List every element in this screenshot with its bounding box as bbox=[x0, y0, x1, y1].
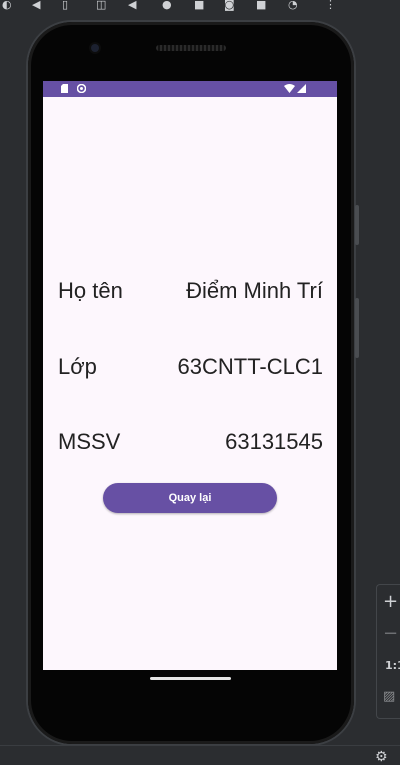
screenshot-icon[interactable]: ◙ bbox=[224, 0, 235, 10]
name-label: Họ tên bbox=[58, 278, 123, 303]
zoom-in-button[interactable]: + bbox=[383, 591, 398, 612]
student-id-label: MSSV bbox=[58, 429, 121, 454]
speaker-grille bbox=[156, 45, 226, 51]
name-value: Điểm Minh Trí bbox=[186, 278, 323, 303]
back-button[interactable]: Quay lại bbox=[103, 483, 277, 513]
sd-card-icon bbox=[61, 84, 68, 93]
gesture-home-bar[interactable] bbox=[150, 677, 231, 680]
status-bar bbox=[43, 81, 337, 97]
record-icon[interactable]: ■ bbox=[256, 0, 266, 10]
zoom-panel: + − 1:1 ▨ bbox=[376, 584, 400, 719]
device-volume-button[interactable] bbox=[355, 298, 359, 358]
signal-icon bbox=[297, 84, 306, 93]
gear-icon[interactable]: ⚙ bbox=[375, 749, 388, 765]
replay-icon[interactable]: ◔ bbox=[288, 0, 298, 10]
camera-icon bbox=[91, 44, 99, 52]
rotate-right-icon[interactable]: ◫ bbox=[96, 0, 106, 10]
overview-icon[interactable]: ■ bbox=[194, 0, 204, 10]
info-row-student-id: MSSV 63131545 bbox=[58, 427, 323, 457]
notification-icon bbox=[77, 84, 86, 93]
emulator-toolbar: ◐ ◀ ▯ ◫ ◀ ● ■ ◙ ■ ◔ ⋮ bbox=[0, 0, 400, 16]
device-power-button[interactable] bbox=[355, 205, 359, 245]
back-icon[interactable]: ◀ bbox=[128, 0, 136, 10]
zoom-ratio-button[interactable]: 1:1 bbox=[385, 659, 400, 672]
fit-screen-icon[interactable]: ▨ bbox=[383, 689, 395, 704]
zoom-out-button[interactable]: − bbox=[383, 623, 398, 644]
power-icon[interactable]: ◐ bbox=[2, 0, 12, 10]
class-label: Lớp bbox=[58, 354, 97, 379]
app-screen: Họ tên Điểm Minh Trí Lớp 63CNTT-CLC1 MSS… bbox=[43, 81, 337, 670]
class-value: 63CNTT-CLC1 bbox=[177, 354, 323, 379]
volume-down-icon[interactable]: ◀ bbox=[32, 0, 40, 10]
info-row-class: Lớp 63CNTT-CLC1 bbox=[58, 352, 323, 382]
rotate-left-icon[interactable]: ▯ bbox=[62, 0, 68, 10]
wifi-icon bbox=[284, 84, 295, 93]
home-icon[interactable]: ● bbox=[162, 0, 172, 10]
student-id-value: 63131545 bbox=[225, 429, 323, 454]
bottom-strip bbox=[0, 745, 400, 762]
more-icon[interactable]: ⋮ bbox=[325, 0, 336, 10]
info-row-name: Họ tên Điểm Minh Trí bbox=[58, 276, 323, 306]
